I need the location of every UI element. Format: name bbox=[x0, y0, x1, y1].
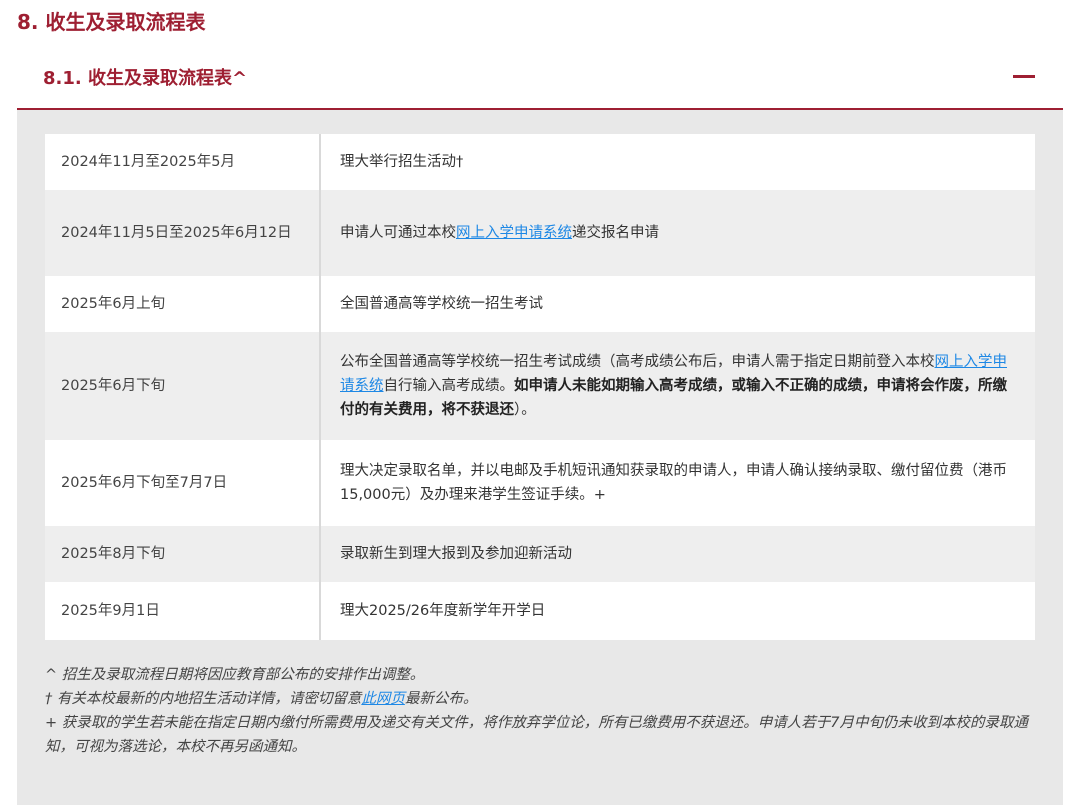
table-row: 2025年8月下旬 录取新生到理大报到及参加迎新活动 bbox=[45, 526, 1035, 582]
description-cell: 全国普通高等学校统一招生考试 bbox=[340, 296, 543, 312]
this-page-link[interactable]: 此网页 bbox=[361, 691, 405, 707]
footnote-caret: ^ 招生及录取流程日期将因应教育部公布的安排作出调整。 bbox=[45, 667, 425, 683]
description-text: 公布全国普通高等学校统一招生考试成绩（高考成绩公布后，申请人需于指定日期前登入本… bbox=[340, 354, 935, 370]
table-row: 2024年11月至2025年5月 理大举行招生活动† bbox=[45, 134, 1035, 190]
footnote-text: 最新公布。 bbox=[404, 691, 478, 707]
footnote-dagger: † 有关本校最新的内地招生活动详情，请密切留意此网页最新公布。 bbox=[45, 687, 1041, 711]
description-cell: 公布全国普通高等学校统一招生考试成绩（高考成绩公布后，申请人需于指定日期前登入本… bbox=[320, 332, 1035, 440]
date-cell: 2024年11月5日至2025年6月12日 bbox=[45, 190, 321, 276]
date-cell: 2025年8月下旬 bbox=[45, 526, 321, 582]
description-cell: 理大举行招生活动† bbox=[340, 154, 464, 170]
schedule-table: 2024年11月至2025年5月 理大举行招生活动† 2024年11月5日至20… bbox=[45, 134, 1035, 640]
accordion-panel: 2024年11月至2025年5月 理大举行招生活动† 2024年11月5日至20… bbox=[17, 110, 1063, 805]
description-cell: 理大决定录取名单，并以电邮及手机短讯通知获录取的申请人，申请人确认接纳录取、缴付… bbox=[340, 463, 1007, 503]
date-cell: 2025年6月下旬 bbox=[45, 332, 321, 440]
description-text: ）。 bbox=[514, 402, 536, 418]
section-title: 8. 收生及录取流程表 bbox=[17, 10, 206, 34]
date-cell: 2025年6月上旬 bbox=[45, 276, 321, 332]
footnote-plus: + 获录取的学生若未能在指定日期内缴付所需费用及递交有关文件，将作放弃学位论，所… bbox=[45, 715, 1028, 755]
subsection-title: 8.1. 收生及录取流程表^ bbox=[43, 68, 248, 89]
description-cell: 录取新生到理大报到及参加迎新活动 bbox=[340, 546, 572, 562]
table-row: 2025年9月1日 理大2025/26年度新学年开学日 bbox=[45, 582, 1035, 640]
date-cell: 2024年11月至2025年5月 bbox=[45, 134, 321, 190]
table-row: 2025年6月上旬 全国普通高等学校统一招生考试 bbox=[45, 276, 1035, 332]
description-text: 自行输入高考成绩。 bbox=[383, 378, 515, 394]
table-row: 2025年6月下旬至7月7日 理大决定录取名单，并以电邮及手机短讯通知获录取的申… bbox=[45, 440, 1035, 526]
subsection-header[interactable]: 8.1. 收生及录取流程表^ bbox=[17, 56, 1063, 110]
online-application-link[interactable]: 网上入学申请系统 bbox=[456, 225, 572, 241]
date-cell: 2025年6月下旬至7月7日 bbox=[45, 440, 321, 526]
description-cell: 理大2025/26年度新学年开学日 bbox=[340, 603, 546, 619]
table-row: 2025年6月下旬 公布全国普通高等学校统一招生考试成绩（高考成绩公布后，申请人… bbox=[45, 332, 1035, 440]
footnote-text: † 有关本校最新的内地招生活动详情，请密切留意 bbox=[45, 691, 362, 707]
footnotes: ^ 招生及录取流程日期将因应教育部公布的安排作出调整。 † 有关本校最新的内地招… bbox=[45, 663, 1041, 759]
description-text: 申请人可通过本校 bbox=[340, 225, 456, 241]
table-row: 2024年11月5日至2025年6月12日 申请人可通过本校网上入学申请系统递交… bbox=[45, 190, 1035, 276]
description-cell: 申请人可通过本校网上入学申请系统递交报名申请 bbox=[320, 190, 1035, 276]
minus-icon[interactable] bbox=[1013, 75, 1035, 78]
date-cell: 2025年9月1日 bbox=[45, 582, 321, 640]
description-text: 递交报名申请 bbox=[572, 225, 659, 241]
